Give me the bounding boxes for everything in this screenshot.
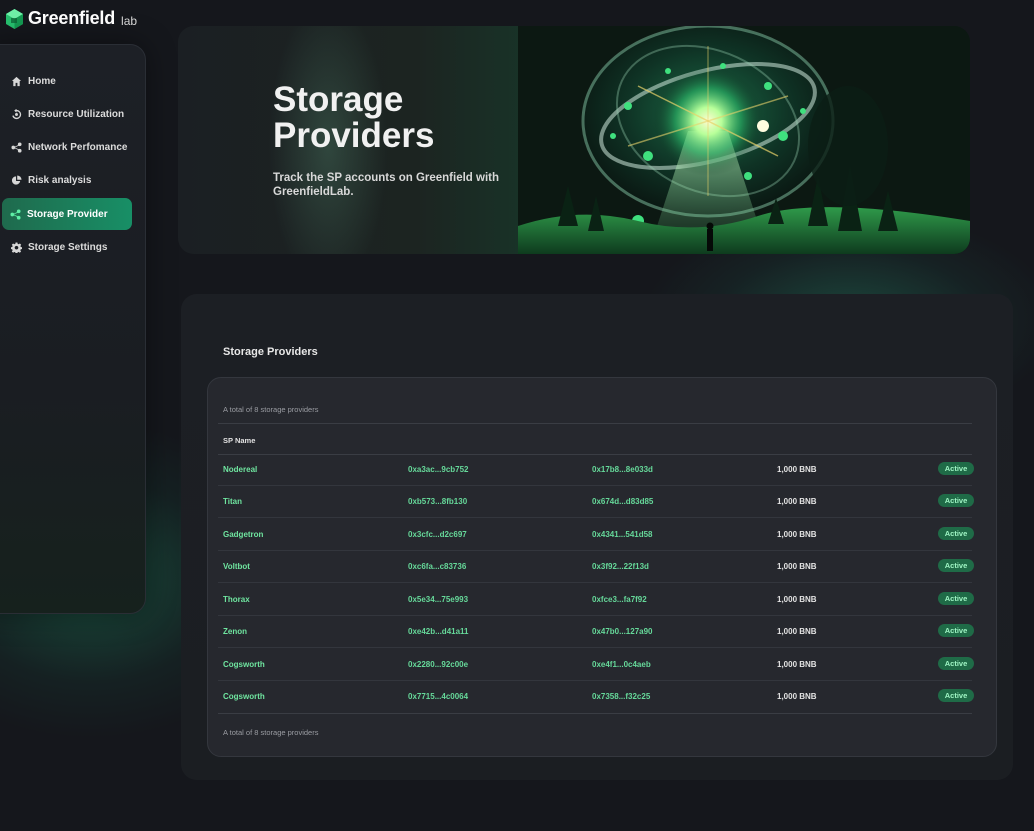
divider <box>218 550 972 551</box>
sp-name-link[interactable]: Voltbot <box>223 562 250 571</box>
home-icon <box>11 76 22 86</box>
funding-address[interactable]: 0x7358...f32c25 <box>592 692 650 701</box>
funding-address[interactable]: 0x3f92...22f13d <box>592 562 649 571</box>
divider <box>218 647 972 648</box>
table-row[interactable]: Thorax 0x5e34...75e993 0xfce3...fa7f92 1,00… <box>218 585 974 617</box>
share-icon <box>11 142 22 153</box>
recycle-icon <box>12 108 22 119</box>
sp-name-link[interactable]: Gadgetron <box>223 530 263 539</box>
divider <box>218 517 972 518</box>
total-deposit: 1,000 BNB <box>777 497 817 506</box>
sidebar-item-home[interactable]: Home <box>0 65 132 97</box>
status-badge: Active <box>938 689 974 702</box>
table-row[interactable]: Zenon 0xe42b...d41a11 0x47b0...127a90 1,000… <box>218 617 974 649</box>
sp-name-link[interactable]: Cogsworth <box>223 692 265 701</box>
status-badge: Active <box>938 462 974 475</box>
sidebar-item-label: Home <box>28 75 56 87</box>
funding-address[interactable]: 0x47b0...127a90 <box>592 627 653 636</box>
status-badge: Active <box>938 494 974 507</box>
brand-suffix: lab <box>121 13 138 28</box>
status-badge: Active <box>938 657 974 670</box>
sp-name-link[interactable]: Titan <box>223 497 242 506</box>
total-deposit: 1,000 BNB <box>777 530 817 539</box>
sidebar-item-label: Resource Utilization <box>28 108 125 120</box>
table-row[interactable]: Cogsworth 0x2280...92c00e 0xe4f1...0c4aeb 1… <box>218 650 974 682</box>
total-deposit: 1,000 BNB <box>777 465 817 474</box>
share-icon <box>10 209 21 220</box>
sidebar-nav: Home Resource Utilization Network Perfom… <box>0 65 132 265</box>
sidebar-item-label: Storage Settings <box>28 241 108 253</box>
sp-name-link[interactable]: Nodereal <box>223 465 257 474</box>
status-badge: Active <box>938 592 974 605</box>
cube-logo-icon <box>6 8 23 29</box>
total-deposit: 1,000 BNB <box>777 660 817 669</box>
sp-name-link[interactable]: Zenon <box>223 627 247 636</box>
operator-address[interactable]: 0x3cfc...d2c697 <box>408 530 467 539</box>
total-deposit: 1,000 BNB <box>777 627 817 636</box>
status-badge: Active <box>938 624 974 637</box>
page-title: Storage Providers <box>273 80 435 155</box>
panel-title: Storage Providers <box>223 346 318 358</box>
sidebar-item-label: Storage Provider <box>27 208 108 220</box>
column-header-sp-name: SP Name <box>223 436 256 445</box>
total-deposit: 1,000 BNB <box>777 562 817 571</box>
funding-address[interactable]: 0x4341...541d58 <box>592 530 653 539</box>
sidebar-item-storage-settings[interactable]: Storage Settings <box>0 231 132 263</box>
sidebar-item-label: Network Perfomance <box>28 142 128 154</box>
total-count-bottom: A total of 8 storage providers <box>223 728 319 737</box>
brand-name: Greenfield <box>28 8 116 28</box>
sidebar: Home Resource Utilization Network Perfom… <box>0 44 146 614</box>
table-row[interactable]: Nodereal 0xa3ac...9cb752 0x17b8...8e033d 1,… <box>218 455 974 487</box>
operator-address[interactable]: 0x5e34...75e993 <box>408 595 468 604</box>
status-badge: Active <box>938 527 974 540</box>
divider <box>218 582 972 583</box>
divider <box>218 680 972 681</box>
funding-address[interactable]: 0xe4f1...0c4aeb <box>592 660 651 669</box>
sidebar-item-network-performance[interactable]: Network Perfomance <box>0 132 132 164</box>
sidebar-item-storage-provider[interactable]: Storage Provider <box>2 198 132 231</box>
table-row[interactable]: Voltbot 0xc6fa...c83736 0x3f92...22f13d 1,0… <box>218 552 974 584</box>
operator-address[interactable]: 0x7715...4c0064 <box>408 692 468 701</box>
operator-address[interactable]: 0x2280...92c00e <box>408 660 468 669</box>
total-deposit: 1,000 BNB <box>777 595 817 604</box>
operator-address[interactable]: 0xb573...8fb130 <box>408 497 467 506</box>
sp-name-link[interactable]: Thorax <box>223 595 250 604</box>
gear-icon <box>11 242 22 253</box>
divider <box>218 485 972 486</box>
hero-banner: Storage Providers Track the SP accounts … <box>178 26 970 254</box>
sidebar-item-resource-utilization[interactable]: Resource Utilization <box>0 98 132 130</box>
total-count-top: A total of 8 storage providers <box>223 405 319 414</box>
divider <box>218 423 972 424</box>
funding-address[interactable]: 0xfce3...fa7f92 <box>592 595 647 604</box>
status-badge: Active <box>938 559 974 572</box>
table-row[interactable]: Gadgetron 0x3cfc...d2c697 0x4341...541d58 1… <box>218 520 974 552</box>
table-row[interactable]: Titan 0xb573...8fb130 0x674d...d83d85 1,000… <box>218 487 974 519</box>
pie-chart-icon <box>11 175 22 186</box>
funding-address[interactable]: 0x17b8...8e033d <box>592 465 653 474</box>
divider <box>218 615 972 616</box>
operator-address[interactable]: 0xa3ac...9cb752 <box>408 465 469 474</box>
hero-illustration <box>518 26 970 254</box>
operator-address[interactable]: 0xe42b...d41a11 <box>408 627 469 636</box>
sp-name-link[interactable]: Cogsworth <box>223 660 265 669</box>
total-deposit: 1,000 BNB <box>777 692 817 701</box>
brand-logo[interactable]: Greenfield lab <box>6 8 137 29</box>
sidebar-item-risk-analysis[interactable]: Risk analysis <box>0 165 132 197</box>
divider <box>218 713 972 714</box>
sidebar-item-label: Risk analysis <box>28 175 92 187</box>
table-row[interactable]: Cogsworth 0x7715...4c0064 0x7358...f32c25 1… <box>218 682 974 714</box>
operator-address[interactable]: 0xc6fa...c83736 <box>408 562 466 571</box>
page-subtitle: Track the SP accounts on Greenfield with… <box>273 172 500 198</box>
funding-address[interactable]: 0x674d...d83d85 <box>592 497 653 506</box>
